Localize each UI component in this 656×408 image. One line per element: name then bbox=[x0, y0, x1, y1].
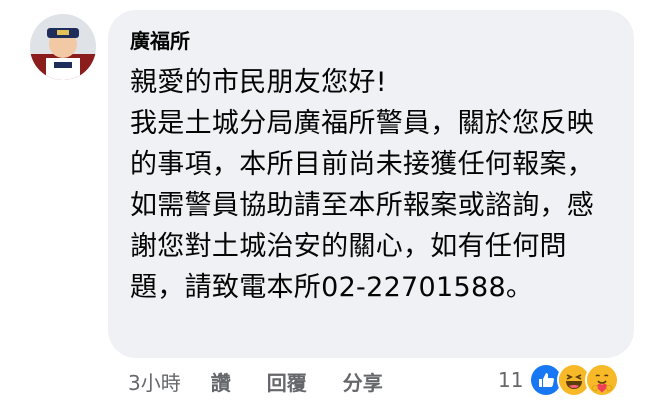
comment-timestamp[interactable]: 3小時 bbox=[128, 367, 181, 396]
comment-author[interactable]: 廣福所 bbox=[130, 28, 190, 54]
avatar[interactable] bbox=[30, 14, 96, 80]
reactions-summary[interactable]: 11 bbox=[498, 360, 620, 400]
share-button[interactable]: 分享 bbox=[343, 367, 383, 396]
police-avatar-icon bbox=[30, 14, 96, 80]
comment-bubble: 廣福所 親愛的市民朋友您好! 我是土城分局廣福所警員，關於您反映的事項，本所目前… bbox=[108, 10, 634, 358]
care-reaction-icon bbox=[585, 363, 620, 397]
comment-body: 親愛的市民朋友您好! 我是土城分局廣福所警員，關於您反映的事項，本所目前尚未接獲… bbox=[130, 67, 595, 303]
comment-actions: 3小時 讚 回覆 分享 bbox=[128, 364, 383, 398]
reply-button[interactable]: 回覆 bbox=[267, 367, 307, 396]
like-button[interactable]: 讚 bbox=[211, 367, 231, 396]
reaction-icons bbox=[529, 363, 620, 397]
reaction-count: 11 bbox=[498, 368, 524, 392]
